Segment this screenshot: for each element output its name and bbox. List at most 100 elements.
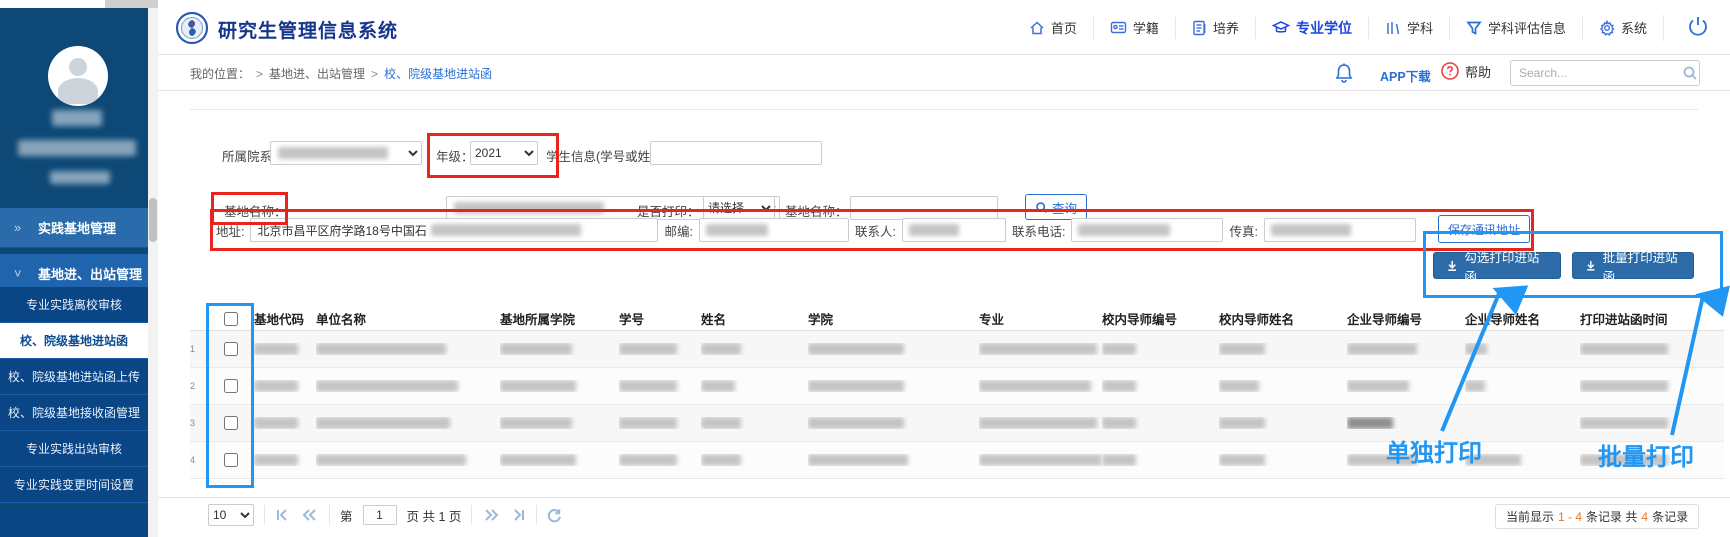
redacted-value xyxy=(979,343,1097,355)
sidebar-item-专业实践离校审核[interactable]: 专业实践离校审核 xyxy=(0,287,148,323)
row-checkbox[interactable] xyxy=(224,453,238,467)
page-size-select[interactable]: 10 xyxy=(208,504,254,526)
redacted-value xyxy=(254,454,298,466)
column-header-基地代码: 基地代码 xyxy=(254,309,316,328)
select-all-checkbox[interactable] xyxy=(224,312,238,326)
next-page-button[interactable] xyxy=(482,508,500,522)
redacted-value xyxy=(701,417,741,429)
corner-scrollbar[interactable] xyxy=(105,0,160,8)
table-cell xyxy=(1219,343,1347,355)
column-header-学号: 学号 xyxy=(619,309,701,328)
nav-item-系统[interactable]: 系统 xyxy=(1582,17,1663,39)
help-link[interactable]: 帮助 xyxy=(1440,61,1491,81)
redacted-value xyxy=(1219,417,1265,429)
sidebar-item-校、院级基地接收函管理[interactable]: 校、院级基地接收函管理 xyxy=(0,395,148,431)
nav-item-首页[interactable]: 首页 xyxy=(1013,17,1093,39)
table-cell xyxy=(316,417,500,429)
redacted-value xyxy=(254,380,298,392)
redacted-value xyxy=(701,343,741,355)
search-input[interactable] xyxy=(1511,66,1682,80)
divider xyxy=(329,505,330,525)
contact-input[interactable] xyxy=(902,218,1006,242)
question-circle-icon xyxy=(1440,61,1460,81)
nav-item-label: 培养 xyxy=(1213,18,1239,37)
avatar-head xyxy=(69,58,87,76)
nav-item-label: 系统 xyxy=(1621,18,1647,37)
redacted-value xyxy=(701,380,735,392)
sidebar-group-label: 实践基地管理 xyxy=(38,218,116,237)
redacted-value xyxy=(316,343,446,355)
sidebar-item-专业实践变更时间设置[interactable]: 专业实践变更时间设置 xyxy=(0,467,148,503)
refresh-button[interactable] xyxy=(547,508,562,523)
idcard-icon xyxy=(1110,20,1127,35)
last-page-button[interactable] xyxy=(510,508,526,522)
redacted-value xyxy=(1219,343,1265,355)
redacted-value xyxy=(808,343,904,355)
print-selected-button[interactable]: 勾选打印进站函 xyxy=(1433,252,1561,279)
table-cell xyxy=(808,343,979,355)
column-header-校内导师姓名: 校内导师姓名 xyxy=(1219,309,1347,328)
fax-input[interactable] xyxy=(1264,218,1416,242)
sidebar-scrollbar-thumb[interactable] xyxy=(149,198,157,242)
sidebar-group-practice-base[interactable]: » 实践基地管理 xyxy=(0,208,148,248)
zip-label: 邮编: xyxy=(664,221,692,240)
base-name2-input[interactable] xyxy=(850,196,998,220)
column-header-企业导师姓名: 企业导师姓名 xyxy=(1465,309,1580,328)
redacted-value xyxy=(500,417,572,429)
row-checkbox[interactable] xyxy=(224,342,238,356)
redacted-value xyxy=(1347,454,1417,466)
pagination-bar: 10 第 页 共 1 页 xyxy=(158,497,1730,534)
nav-item-学籍[interactable]: 学籍 xyxy=(1093,17,1175,39)
table-cell xyxy=(254,380,316,392)
notification-bell-icon[interactable] xyxy=(1332,61,1356,88)
divider xyxy=(190,109,1698,110)
table-cell xyxy=(1580,380,1724,392)
row-select-cell xyxy=(208,416,254,430)
breadcrumb-item[interactable]: 校、院级基地进站函 xyxy=(384,67,492,81)
zip-input[interactable] xyxy=(699,218,849,242)
row-checkbox[interactable] xyxy=(224,379,238,393)
nav-item-学科评估信息[interactable]: 学科评估信息 xyxy=(1449,17,1582,39)
prev-page-button[interactable] xyxy=(301,508,319,522)
address-row: 地址: 北京市昌平区府学路18号中国石 邮编: 联系人: 联系电话: 传真: xyxy=(216,218,1416,242)
breadcrumb-separator: > xyxy=(371,67,378,81)
column-header-姓名: 姓名 xyxy=(701,309,808,328)
address-input[interactable]: 北京市昌平区府学路18号中国石 xyxy=(250,218,658,242)
nav-item-专业学位[interactable]: 专业学位 xyxy=(1255,17,1368,39)
sidebar-item-partial[interactable] xyxy=(0,508,148,537)
sidebar-item-专业实践出站审核[interactable]: 专业实践出站审核 xyxy=(0,431,148,467)
table-cell xyxy=(1102,454,1219,466)
nav-item-学科[interactable]: 学科 xyxy=(1368,17,1449,39)
redacted-value xyxy=(1465,454,1521,466)
breadcrumb-prefix: 我的位置： xyxy=(190,67,250,81)
print-status-select[interactable]: 请选择 xyxy=(703,196,775,220)
table-cell xyxy=(1347,343,1465,355)
logout-power-button[interactable] xyxy=(1663,15,1720,41)
breadcrumb-item[interactable]: 基地进、出站管理 xyxy=(269,67,365,81)
row-checkbox[interactable] xyxy=(224,416,238,430)
print-batch-button[interactable]: 批量打印进站函 xyxy=(1572,252,1694,279)
redacted-value xyxy=(431,224,581,236)
query-button[interactable]: 查询 xyxy=(1025,194,1087,220)
avatar xyxy=(48,46,108,106)
search-icon[interactable] xyxy=(1682,65,1704,81)
table-cell xyxy=(1102,417,1219,429)
first-page-button[interactable] xyxy=(275,508,291,522)
page-number-input[interactable] xyxy=(363,505,397,525)
redacted-value xyxy=(278,147,388,159)
sidebar-item-校、院级基地进站函上传[interactable]: 校、院级基地进站函上传 xyxy=(0,359,148,395)
search-icon xyxy=(1035,201,1048,214)
save-address-button[interactable]: 保存通讯地址 xyxy=(1438,215,1530,243)
grade-select[interactable]: 2021 xyxy=(470,141,538,165)
divider xyxy=(471,505,472,525)
student-info-input[interactable] xyxy=(650,141,822,165)
sidebar-scrollbar[interactable] xyxy=(148,8,158,537)
home-icon xyxy=(1029,20,1045,36)
phone-input[interactable] xyxy=(1071,218,1223,242)
table-cell xyxy=(808,417,979,429)
table-cell xyxy=(1580,343,1724,355)
app-download-link[interactable]: APP下载 xyxy=(1380,66,1431,85)
nav-item-培养[interactable]: 培养 xyxy=(1175,17,1255,39)
sidebar-item-校、院级基地进站函[interactable]: 校、院级基地进站函 xyxy=(0,323,148,359)
column-header-打印进站函时间: 打印进站函时间 xyxy=(1580,309,1724,328)
